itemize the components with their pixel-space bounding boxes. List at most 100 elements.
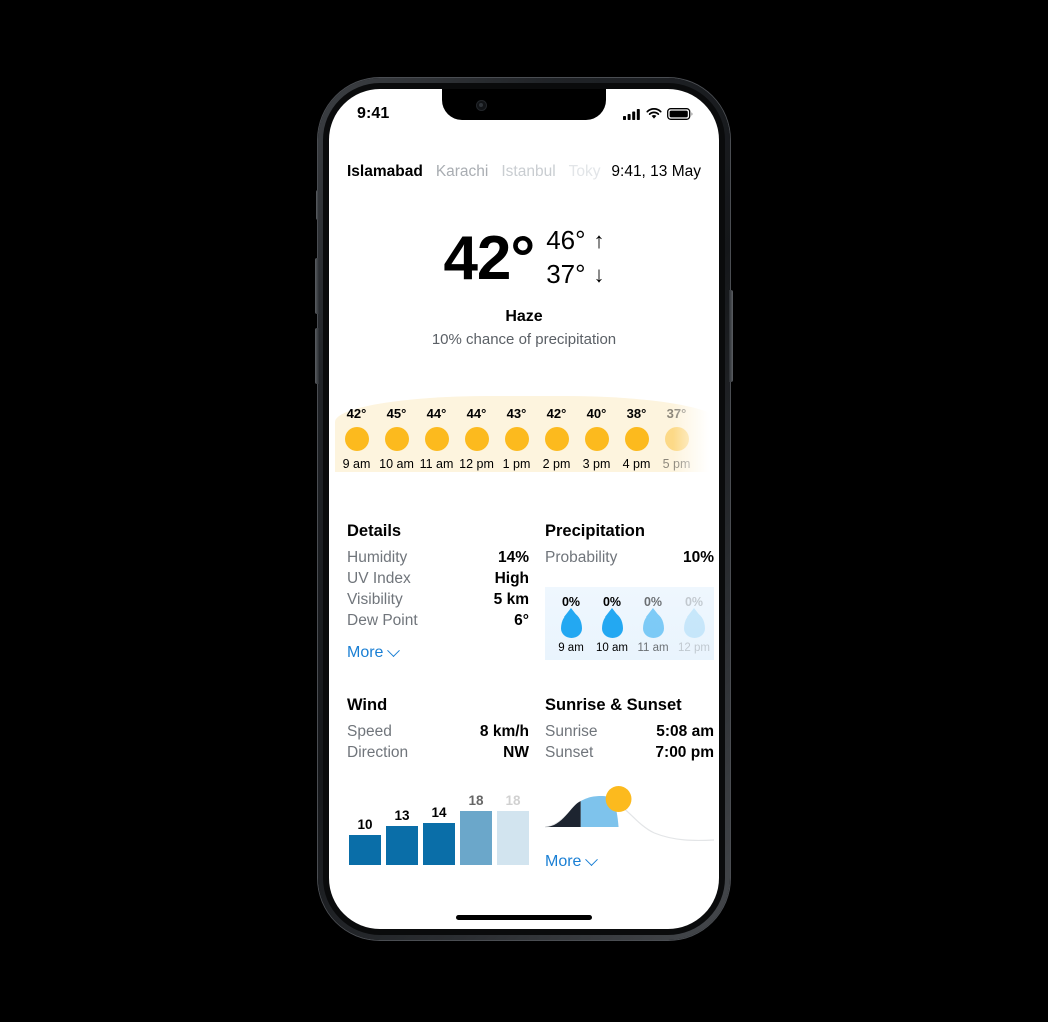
hourly-label: 1 pm (502, 457, 531, 471)
precipitation-note: 10% chance of precipitation (431, 331, 617, 348)
wind-chart[interactable]: 10 13 14 18 18 (347, 789, 529, 865)
precipitation-chart[interactable]: 0% 9 am 0% 10 am 0% 11 am 0% 12 pm (545, 587, 714, 660)
precipitation-column[interactable]: 0% 9 am (551, 595, 591, 654)
precipitation-hour-label: 11 am (637, 642, 669, 654)
wind-bar-value: 13 (394, 808, 410, 823)
hourly-temp: 42° (546, 406, 567, 421)
hourly-label: 12 pm (459, 457, 494, 471)
detail-value: 14% (497, 548, 529, 566)
wifi-icon (646, 108, 662, 119)
precipitation-value: 10% (682, 548, 714, 566)
silent-switch-button[interactable] (316, 190, 319, 220)
wind-title: Wind (347, 696, 388, 714)
detail-key: UV Index (347, 569, 411, 587)
precipitation-column[interactable]: 0% 12 pm (674, 595, 714, 654)
hourly-item[interactable]: 42° 2 pm (537, 390, 576, 471)
sunset-value: 7:00 pm (655, 743, 714, 761)
hourly-items: 42° 9 am 45° 10 am 44° 11 am 44° 12 pm 4… (337, 390, 696, 471)
chevron-down-icon (387, 643, 401, 657)
precipitation-hour-label: 10 am (596, 642, 628, 654)
wind-bar-group[interactable]: 18 (460, 789, 492, 865)
sun-arc-chart[interactable] (545, 783, 714, 849)
low-temperature: 37° (546, 259, 586, 289)
precipitation-title: Precipitation (545, 522, 645, 540)
hourly-item[interactable]: 44° 12 pm (457, 390, 496, 471)
detail-row-humidity: Humidity 14% (347, 547, 529, 568)
wind-bar-value: 10 (357, 817, 373, 832)
sun-arc-graphic (545, 786, 714, 842)
hourly-temp: 38° (626, 406, 647, 421)
sunrise-more-button[interactable]: More (545, 852, 599, 871)
city-tab-islamabad[interactable]: Islamabad (347, 163, 423, 181)
hourly-edge-fade (673, 390, 719, 486)
detail-value: 5 km (493, 590, 529, 608)
status-bar-time: 9:41 (357, 105, 390, 122)
wind-bar (497, 811, 529, 865)
hourly-label: 2 pm (542, 457, 571, 471)
power-button[interactable] (729, 290, 733, 382)
sunrise-sunset-panel: Sunrise & Sunset Sunrise 5:08 am Sunset … (545, 696, 714, 871)
hourly-temp: 42° (346, 406, 367, 421)
volume-down-button[interactable] (315, 328, 319, 384)
high-low-group: 46° ↑ 37° ↓ (546, 225, 604, 292)
precipitation-percent: 0% (561, 595, 581, 609)
wind-bar-group[interactable]: 14 (423, 789, 455, 865)
wind-bar-group[interactable]: 10 (349, 789, 381, 865)
high-temperature: 46° (546, 225, 586, 255)
wind-bar-value: 14 (431, 805, 447, 820)
wind-bar-group[interactable]: 13 (386, 789, 418, 865)
precipitation-key: Probability (545, 548, 618, 566)
detail-row-dew-point: Dew Point 6° (347, 610, 529, 631)
details-more-button[interactable]: More (347, 643, 401, 662)
wind-bar (349, 835, 381, 865)
hourly-item[interactable]: 40° 3 pm (577, 390, 616, 471)
hourly-item[interactable]: 38° 4 pm (617, 390, 656, 471)
wind-row-direction: Direction NW (347, 742, 529, 763)
arrow-down-icon: ↓ (593, 261, 605, 287)
low-temperature-row: 37° ↓ (546, 259, 604, 290)
precipitation-hour-label: 9 am (558, 642, 584, 654)
sun-position-icon (605, 786, 632, 812)
sun-icon (384, 427, 409, 451)
wind-key: Speed (347, 722, 392, 740)
hourly-forecast[interactable]: 42° 9 am 45° 10 am 44° 11 am 44° 12 pm 4… (329, 390, 719, 486)
precipitation-hour-label: 12 pm (678, 642, 710, 654)
water-drop-icon (683, 613, 705, 638)
precipitation-column[interactable]: 0% 11 am (633, 595, 673, 654)
water-drop-icon (601, 613, 623, 638)
precipitation-columns: 0% 9 am 0% 10 am 0% 11 am 0% 12 pm (545, 587, 714, 654)
city-tabs-list: Islamabad Karachi Istanbul Tokyo (347, 163, 609, 181)
night-region (545, 801, 581, 827)
sunrise-more-label: More (545, 853, 582, 870)
precipitation-column[interactable]: 0% 10 am (592, 595, 632, 654)
hourly-label: 10 am (379, 457, 414, 471)
city-tab-istanbul[interactable]: Istanbul (501, 163, 555, 181)
home-indicator[interactable] (456, 915, 592, 920)
precipitation-percent: 0% (602, 595, 622, 609)
wind-bar-group[interactable]: 18 (497, 789, 529, 865)
details-panel: Details Humidity 14% UV Index High Visib… (347, 522, 529, 662)
arrow-up-icon: ↑ (593, 227, 605, 253)
sun-icon (544, 427, 569, 451)
sunrise-key: Sunrise (545, 722, 598, 740)
hourly-temp: 44° (466, 406, 487, 421)
sunrise-row: Sunrise 5:08 am (545, 721, 714, 742)
hourly-label: 4 pm (622, 457, 651, 471)
hourly-temp: 40° (586, 406, 607, 421)
hourly-label: 11 am (419, 457, 454, 471)
weather-app: Islamabad Karachi Istanbul Tokyo 9:41, 1… (329, 89, 719, 929)
sunset-key: Sunset (545, 743, 594, 761)
water-drop-icon (560, 613, 582, 638)
hourly-item[interactable]: 43° 1 pm (497, 390, 536, 471)
volume-up-button[interactable] (315, 258, 319, 314)
sun-icon (464, 427, 489, 451)
wind-value: NW (503, 743, 529, 761)
notch (442, 89, 606, 120)
details-more-label: More (347, 644, 384, 661)
hourly-temp: 44° (426, 406, 447, 421)
hourly-item[interactable]: 42° 9 am (337, 390, 376, 471)
wind-bar (423, 823, 455, 865)
city-tab-karachi[interactable]: Karachi (436, 163, 489, 181)
hourly-item[interactable]: 45° 10 am (377, 390, 416, 471)
hourly-item[interactable]: 44° 11 am (417, 390, 456, 471)
